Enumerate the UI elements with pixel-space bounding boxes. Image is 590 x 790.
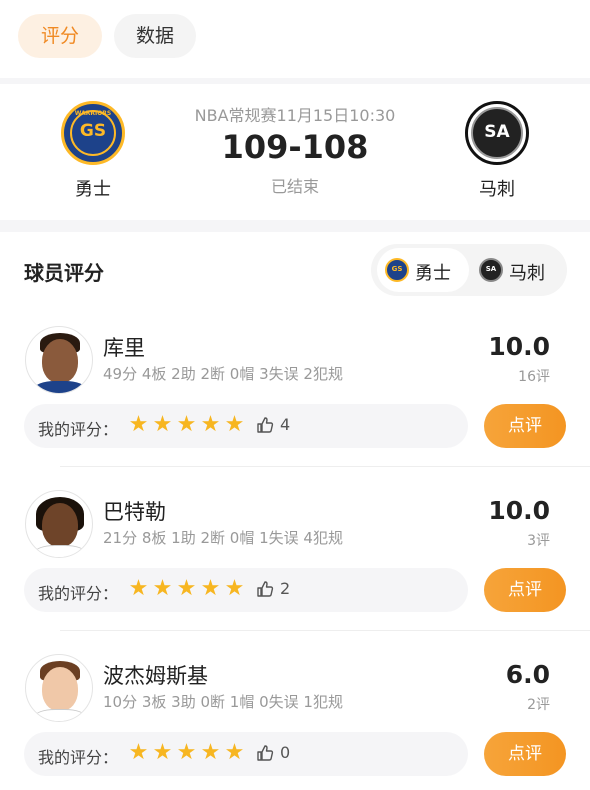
home-team-name: 勇士 xyxy=(75,179,111,200)
player-card: 波杰姆斯基 10分 3板 3助 0断 1帽 0失误 1犯规 6.0 2评 我的评… xyxy=(0,646,590,790)
switch-warriors[interactable]: GS 勇士 xyxy=(377,248,469,292)
match-status: 已结束 xyxy=(270,177,319,196)
tab-rating[interactable]: 评分 xyxy=(18,14,102,58)
star-rating[interactable]: ★ ★ ★ ★ ★ xyxy=(128,742,245,766)
team-switch: GS 勇士 SA 马刺 xyxy=(371,244,567,296)
away-team-name: 马刺 xyxy=(479,179,515,200)
player-stats: 21分 8板 1助 2断 0帽 1失误 4犯规 xyxy=(103,529,343,547)
player-score: 10.0 xyxy=(488,332,550,361)
match-info: NBA常规赛11月15日10:30 xyxy=(194,106,396,125)
star-icon[interactable]: ★ xyxy=(176,578,197,600)
tab-data[interactable]: 数据 xyxy=(114,14,196,58)
my-rating-bar: 我的评分： ★ ★ ★ ★ ★ 2 xyxy=(24,568,468,612)
star-icon[interactable]: ★ xyxy=(224,414,245,436)
switch-spurs[interactable]: SA 马刺 xyxy=(471,248,561,292)
star-icon[interactable]: ★ xyxy=(128,578,149,600)
star-icon[interactable]: ★ xyxy=(176,742,197,764)
player-avatar xyxy=(25,654,93,722)
like-count: 4 xyxy=(280,415,291,434)
player-name: 波杰姆斯基 xyxy=(103,664,208,688)
warriors-mini-logo: GS xyxy=(385,258,409,282)
player-name: 巴特勒 xyxy=(103,500,166,524)
player-stats: 49分 4板 2助 2断 0帽 3失误 2犯规 xyxy=(103,365,343,383)
match-score: 109-108 xyxy=(221,128,369,166)
player-name: 库里 xyxy=(103,336,145,360)
review-button[interactable]: 点评 xyxy=(484,568,566,612)
divider xyxy=(0,220,590,232)
star-icon[interactable]: ★ xyxy=(152,742,173,764)
like-count: 2 xyxy=(280,579,291,598)
star-icon[interactable]: ★ xyxy=(128,742,149,764)
match-header: WARRIORS GS 勇士 NBA常规赛11月15日10:30 109-108… xyxy=(0,84,590,220)
divider xyxy=(60,466,590,467)
rating-count: 16评 xyxy=(518,369,550,385)
player-card: 巴特勒 21分 8板 1助 2断 0帽 1失误 4犯规 10.0 3评 我的评分… xyxy=(0,482,590,646)
my-rating-bar: 我的评分： ★ ★ ★ ★ ★ 4 xyxy=(24,404,468,448)
review-button[interactable]: 点评 xyxy=(484,404,566,448)
star-icon[interactable]: ★ xyxy=(200,578,221,600)
my-rating-label: 我的评分： xyxy=(38,748,119,767)
divider xyxy=(60,630,590,631)
star-icon[interactable]: ★ xyxy=(224,742,245,764)
section-title: 球员评分 xyxy=(24,261,104,285)
player-score: 6.0 xyxy=(505,660,550,689)
player-card: 库里 49分 4板 2助 2断 0帽 3失误 2犯规 10.0 16评 我的评分… xyxy=(0,318,590,482)
star-icon[interactable]: ★ xyxy=(128,414,149,436)
star-icon[interactable]: ★ xyxy=(224,578,245,600)
thumbs-up-icon[interactable] xyxy=(256,580,274,598)
warriors-logo: WARRIORS GS xyxy=(61,101,125,165)
spurs-logo: SA xyxy=(465,101,529,165)
thumbs-up-icon[interactable] xyxy=(256,744,274,762)
star-icon[interactable]: ★ xyxy=(152,578,173,600)
star-icon[interactable]: ★ xyxy=(200,742,221,764)
rating-count: 3评 xyxy=(527,533,550,549)
player-avatar xyxy=(25,490,93,558)
top-tab-bar: 评分 数据 xyxy=(0,0,590,78)
my-rating-label: 我的评分： xyxy=(38,584,119,603)
my-rating-label: 我的评分： xyxy=(38,420,119,439)
player-stats: 10分 3板 3助 0断 1帽 0失误 1犯规 xyxy=(103,693,343,711)
star-icon[interactable]: ★ xyxy=(176,414,197,436)
rating-count: 2评 xyxy=(527,697,550,713)
review-button[interactable]: 点评 xyxy=(484,732,566,776)
star-rating[interactable]: ★ ★ ★ ★ ★ xyxy=(128,578,245,602)
spurs-mini-logo: SA xyxy=(479,258,503,282)
like-count: 0 xyxy=(280,743,291,762)
star-icon[interactable]: ★ xyxy=(152,414,173,436)
player-avatar xyxy=(25,326,93,394)
my-rating-bar: 我的评分： ★ ★ ★ ★ ★ 0 xyxy=(24,732,468,776)
thumbs-up-icon[interactable] xyxy=(256,416,274,434)
star-rating[interactable]: ★ ★ ★ ★ ★ xyxy=(128,414,245,438)
player-score: 10.0 xyxy=(488,496,550,525)
star-icon[interactable]: ★ xyxy=(200,414,221,436)
